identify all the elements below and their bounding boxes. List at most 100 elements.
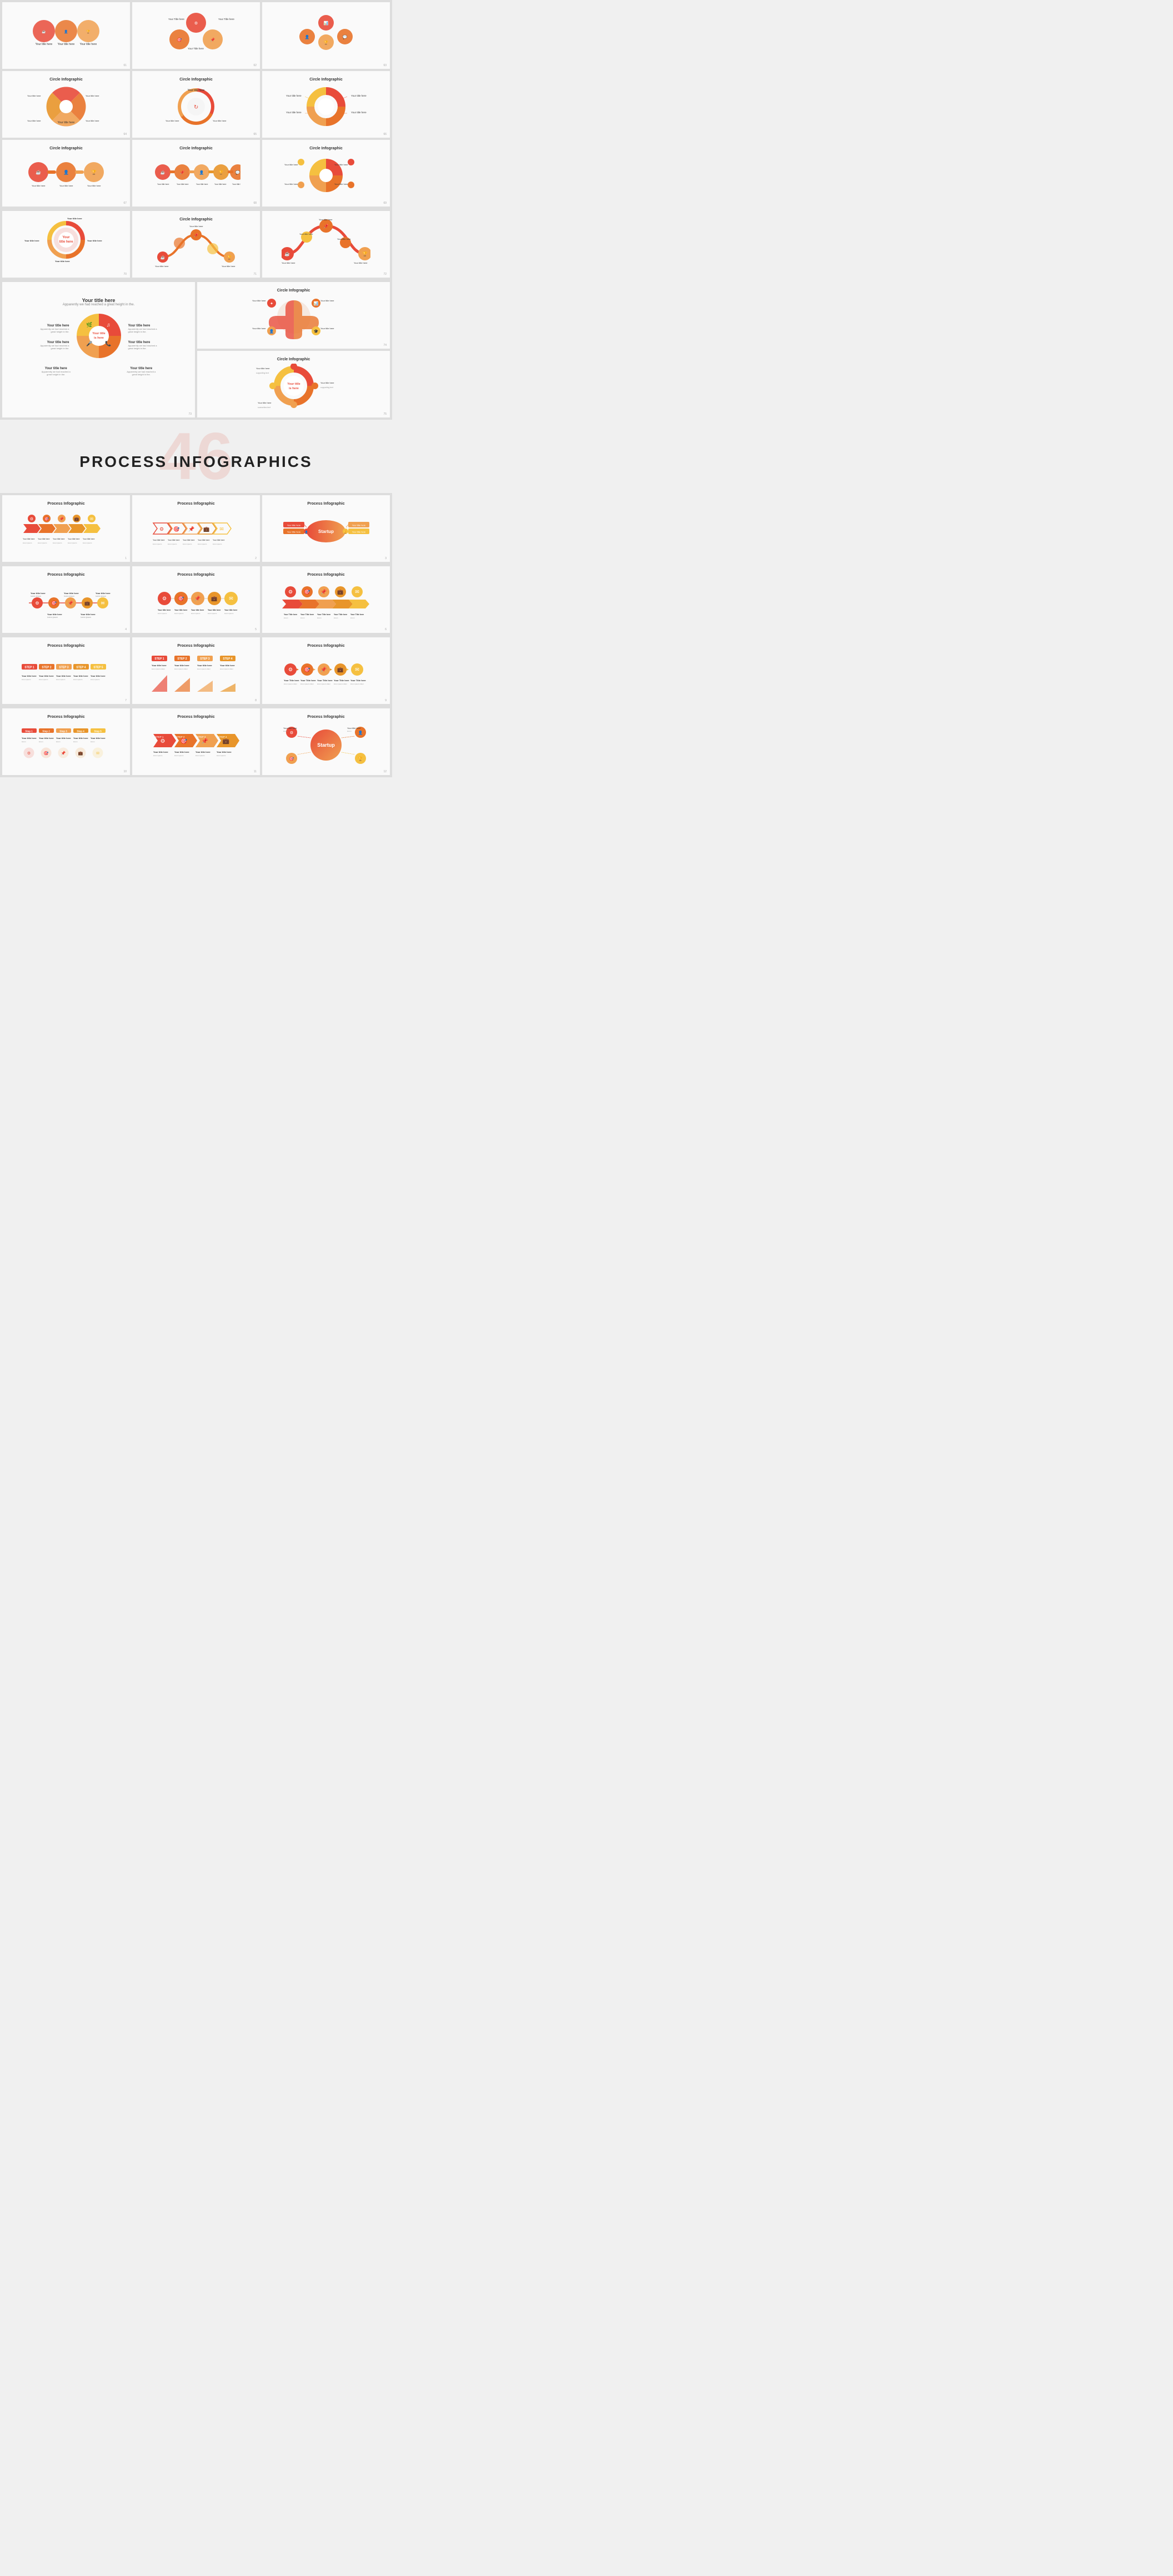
svg-text:Your title here: Your title here — [197, 664, 212, 667]
circle-svg-6: Your title here Your title here Your tit… — [282, 85, 370, 127]
right-column: Circle Infographic ✦ 📊 👤 🎓 — [197, 282, 390, 417]
svg-text:📌: 📌 — [194, 233, 199, 238]
infographic: ☕ 📌 👤 🏆 💬 Your title here Your title her… — [137, 153, 255, 197]
svg-text:📌: 📌 — [320, 666, 327, 672]
svg-text:Step 3: Step 3 — [59, 729, 67, 732]
process-svg-3: Startup Your title here Your title here … — [280, 512, 372, 551]
slide-number: 69 — [383, 202, 387, 205]
svg-text:lorem ipsum: lorem ipsum — [153, 543, 162, 545]
svg-text:lorem ipsum: lorem ipsum — [224, 612, 234, 615]
infographic: STEP 1 STEP 2 STEP 3 STEP 4 Your title h… — [137, 651, 255, 696]
svg-text:Your title here: Your title here — [27, 94, 41, 97]
svg-text:Your title here: Your title here — [191, 609, 204, 611]
svg-text:lorem: lorem — [22, 741, 26, 743]
svg-text:⚙: ⚙ — [160, 738, 165, 744]
process-slide-5: Process Infographic ⚙ 🎯 📌 💼 ✉ Your title… — [132, 566, 260, 633]
svg-text:Your Title here: Your Title here — [334, 679, 349, 682]
svg-text:📌: 📌 — [61, 751, 66, 756]
slide-card: ⚙ 🎯 📌 Your Title here Your Title here Yo… — [132, 2, 260, 69]
svg-text:🎯: 🎯 — [304, 667, 310, 672]
svg-text:👤: 👤 — [305, 34, 310, 39]
slide-title: Process Infographic — [7, 502, 126, 506]
svg-text:💼: 💼 — [74, 517, 79, 521]
svg-text:Your title here: Your title here — [283, 765, 297, 766]
svg-text:Your title here: Your title here — [287, 531, 300, 534]
svg-text:Your title here: Your title here — [39, 737, 54, 739]
svg-text:Your title here: Your title here — [196, 751, 210, 753]
slide-title: Process Infographic — [267, 644, 385, 648]
svg-text:lorem: lorem — [317, 617, 322, 619]
slide-card: ☕ 👤 🏆 Your title here Your title here Yo… — [2, 2, 130, 69]
svg-text:STEP 4: STEP 4 — [76, 666, 86, 669]
slide-title: Process Infographic — [137, 502, 255, 506]
svg-text:Your title here: Your title here — [39, 675, 54, 677]
svg-text:Your title here: Your title here — [157, 183, 169, 185]
svg-text:lorem ipsum: lorem ipsum — [198, 543, 207, 545]
svg-text:✦: ✦ — [270, 301, 273, 306]
circle-grid-row5: Your title here Apparently we had reache… — [0, 280, 392, 420]
big-pie-svg: ♫ 📞 🎤 🌿 Your title is here — [74, 311, 124, 361]
left-label-1: Your title here Apparently we had reache… — [36, 324, 69, 333]
middle-row: Your title here Apparently we had reache… — [13, 311, 184, 364]
svg-text:lorem ipsum: lorem ipsum — [73, 678, 83, 681]
svg-text:Your title here: Your title here — [91, 675, 106, 677]
svg-text:Your title here: Your title here — [351, 94, 367, 97]
svg-text:STEP 3: STEP 3 — [200, 657, 209, 661]
slide-number: 63 — [383, 64, 387, 67]
slide-title: Process Infographic — [7, 715, 126, 719]
svg-text:lorem: lorem — [347, 730, 352, 732]
infographic: ⚙ 🎯 📌 💼 ✉ Your Title here Your Title her… — [267, 651, 385, 696]
svg-text:Your title here: Your title here — [334, 163, 348, 166]
svg-text:⚙: ⚙ — [29, 517, 33, 521]
svg-text:lorem ipsum: lorem ipsum — [174, 754, 184, 757]
slide-title: Process Infographic — [137, 644, 255, 648]
slide-number: 64 — [123, 133, 127, 136]
infographic: Your title is here Your title here suppo… — [202, 364, 385, 408]
circle-grid-top: ☕ 👤 🏆 Your title here Your title here Yo… — [0, 0, 392, 209]
svg-text:Your title here: Your title here — [67, 217, 82, 220]
slide-number: 65 — [253, 133, 257, 136]
slide-card: Circle Infographic Your title here Your … — [262, 71, 390, 138]
slide-card-75: Circle Infographic Your title is here — [197, 351, 390, 417]
svg-text:Your Title here: Your Title here — [300, 613, 314, 616]
right-labels: Your title here Apparently we had reache… — [128, 324, 162, 350]
svg-text:💼: 💼 — [222, 738, 229, 744]
svg-text:Your title here: Your title here — [352, 531, 365, 534]
left-labels: Your title here Apparently we had reache… — [36, 324, 69, 350]
infographic: ☕ 👤 🏆 Your title here Your title here Yo… — [7, 153, 126, 197]
svg-text:✉: ✉ — [96, 752, 99, 756]
slide-number: 11 — [254, 770, 257, 773]
infographic: Step 1 Step 2 Step 3 Step 4 Step 5 Your … — [7, 722, 126, 767]
svg-text:lorem ipsum dolor: lorem ipsum dolor — [350, 683, 364, 685]
infographic: ✦ 📊 👤 🎓 Your title here Your title here … — [202, 295, 385, 339]
svg-text:Your title here: Your title here — [31, 592, 46, 595]
process-slide-8: Process Infographic STEP 1 STEP 2 STEP 3… — [132, 637, 260, 704]
svg-text:👤: 👤 — [358, 730, 363, 735]
svg-text:☕: ☕ — [36, 169, 41, 175]
svg-text:📌: 📌 — [188, 526, 194, 532]
right-label-1: Your title here Apparently we had reache… — [128, 324, 162, 333]
svg-text:🏆: 🏆 — [219, 170, 224, 175]
process-svg-11: STEP 1 STEP 2 STEP 3 STEP 4 ⚙ 🎯 📌 💼 Your… — [151, 724, 242, 766]
svg-text:🎯: 🎯 — [180, 738, 187, 744]
svg-text:💼: 💼 — [78, 751, 83, 756]
svg-text:📊: 📊 — [313, 301, 318, 306]
svg-text:Your title here: Your title here — [91, 737, 106, 739]
svg-text:Your title here: Your title here — [86, 119, 99, 122]
slide-card: 📊 👤 🏆 💬 63 — [262, 2, 390, 69]
svg-text:✉: ✉ — [90, 517, 93, 521]
svg-text:⚙: ⚙ — [35, 601, 39, 606]
slide-number: 10 — [123, 770, 127, 773]
svg-text:📌: 📌 — [210, 37, 215, 42]
svg-text:Your title here: Your title here — [73, 737, 88, 739]
circle-svg-11: ☕ 📌 🏆 Your title here Your title here Yo… — [152, 224, 240, 268]
slide-number: 67 — [123, 202, 127, 205]
slide-title: Circle Infographic — [202, 358, 385, 361]
svg-text:✉: ✉ — [101, 601, 104, 606]
svg-text:STEP 1: STEP 1 — [154, 657, 164, 661]
svg-text:🏆: 🏆 — [227, 255, 232, 260]
svg-text:⚙: ⚙ — [194, 21, 198, 26]
svg-text:Your Title here: Your Title here — [300, 679, 316, 682]
svg-text:lorem ipsum: lorem ipsum — [183, 543, 192, 545]
svg-text:Step 1: Step 1 — [25, 729, 33, 732]
